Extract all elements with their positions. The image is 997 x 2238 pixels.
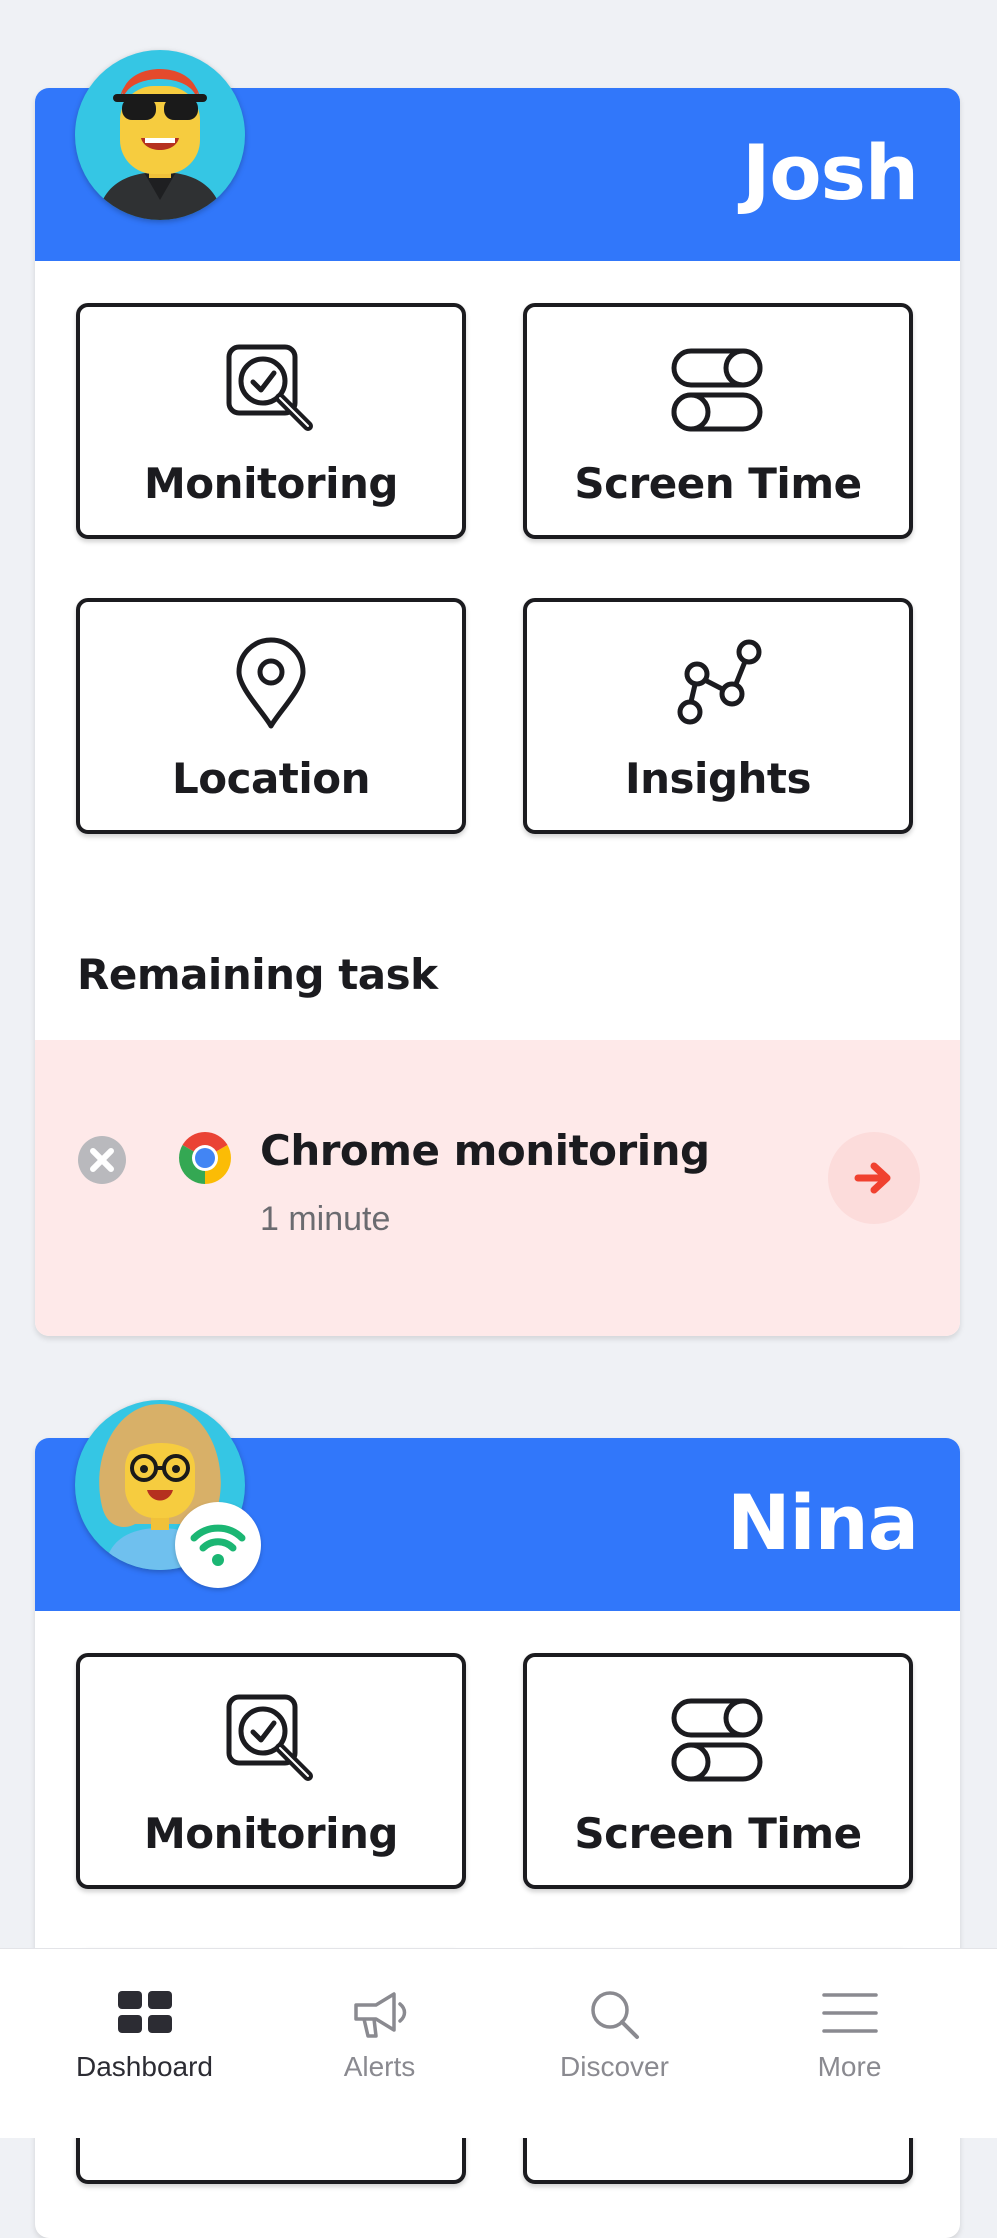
tile-label: Screen Time	[574, 459, 862, 508]
task-title: Chrome monitoring	[260, 1126, 710, 1175]
tab-label: Alerts	[343, 2051, 416, 2082]
tile-label: Screen Time	[574, 1809, 862, 1858]
tile-monitoring[interactable]: Monitoring	[76, 303, 466, 539]
tile-label: Monitoring	[144, 1809, 398, 1858]
location-pin-icon	[236, 637, 306, 729]
menu-icon	[821, 1993, 878, 2033]
avatar-illustration	[97, 69, 223, 220]
profile-name: Josh	[742, 128, 919, 217]
monitoring-icon	[226, 344, 313, 431]
search-icon	[590, 1991, 639, 2039]
tile-label: Insights	[625, 754, 811, 803]
tile-screen-time[interactable]: Screen Time	[523, 1653, 913, 1889]
task-open-button[interactable]	[828, 1132, 920, 1224]
toggles-icon	[671, 1698, 763, 1782]
tile-location[interactable]: Location	[76, 598, 466, 834]
tab-discover[interactable]: Discover	[490, 1949, 739, 2138]
chrome-icon	[179, 1132, 231, 1184]
toggles-icon	[671, 348, 763, 432]
wifi-icon	[190, 1524, 246, 1566]
avatar-josh[interactable]	[75, 50, 245, 220]
tile-label: Monitoring	[144, 459, 398, 508]
insights-graph-icon	[677, 639, 762, 725]
tile-label: Location	[171, 754, 371, 803]
online-status-badge	[175, 1502, 261, 1588]
tab-label: Dashboard	[76, 2051, 213, 2082]
tile-monitoring[interactable]: Monitoring	[76, 1653, 466, 1889]
tile-screen-time[interactable]: Screen Time	[523, 303, 913, 539]
dismiss-icon[interactable]	[77, 1135, 127, 1185]
remaining-task-item[interactable]: Chrome monitoring 1 minute	[35, 1040, 960, 1336]
task-duration: 1 minute	[260, 1200, 391, 1238]
tab-dashboard[interactable]: Dashboard	[20, 1949, 269, 2138]
dashboard-icon	[117, 1991, 172, 2033]
megaphone-icon	[353, 1992, 406, 2038]
profile-name: Nina	[726, 1478, 919, 1567]
monitoring-icon	[226, 1694, 313, 1781]
tab-label: More	[817, 2051, 882, 2082]
arrow-right-icon	[854, 1162, 891, 1194]
bottom-tab-bar: Dashboard Alerts Discover More	[0, 1948, 997, 2138]
tab-alerts[interactable]: Alerts	[255, 1949, 504, 2138]
tile-insights[interactable]: Insights	[523, 598, 913, 834]
tab-more[interactable]: More	[725, 1949, 974, 2138]
profile-card-josh: Josh Monitoring Screen Time Location Ins…	[35, 88, 960, 1336]
remaining-task-title: Remaining task	[77, 950, 438, 999]
tab-label: Discover	[560, 2051, 669, 2082]
